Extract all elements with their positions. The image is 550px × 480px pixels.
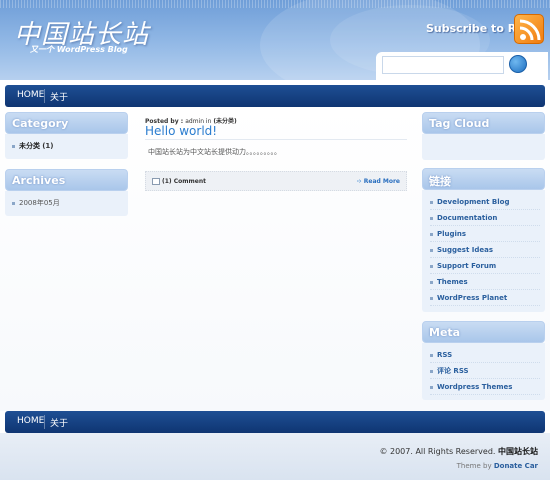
bullet-icon <box>430 385 433 389</box>
post-excerpt: 中国站长站为中文站长提供动力。。。。。。。。。 <box>148 148 281 156</box>
meta-item[interactable]: 评论 RSS <box>430 363 540 379</box>
archive-link[interactable]: 2008年05月 <box>19 199 60 207</box>
bullet-icon <box>430 216 433 220</box>
meta-list: RSS 评论 RSS Wordpress Themes <box>430 347 540 395</box>
read-more-link[interactable]: ➩ Read More <box>357 178 400 185</box>
links-list: Development Blog Documentation Plugins S… <box>430 194 540 306</box>
archive-item[interactable]: 2008年05月 <box>12 195 124 211</box>
theme-credit: Theme by Donate Car <box>457 462 538 470</box>
link-item[interactable]: Plugins <box>430 226 540 242</box>
read-more-label: Read More <box>363 178 400 185</box>
nav-about-link[interactable]: 关于 <box>50 90 68 103</box>
comment-icon <box>152 178 160 185</box>
bullet-icon <box>430 353 433 357</box>
meta-item[interactable]: Wordpress Themes <box>430 379 540 395</box>
link-plugins[interactable]: Plugins <box>437 230 466 238</box>
link-suggest-ideas[interactable]: Suggest Ideas <box>437 246 493 254</box>
bullet-icon <box>430 296 433 300</box>
link-support-forum[interactable]: Support Forum <box>437 262 496 270</box>
link-item[interactable]: Themes <box>430 274 540 290</box>
theme-author-link[interactable]: Donate Car <box>494 462 538 470</box>
link-item[interactable]: Suggest Ideas <box>430 242 540 258</box>
category-item[interactable]: 未分类 (1) <box>12 138 124 154</box>
copyright-text: © 2007. All Rights Reserved. 中国站长站 <box>379 446 538 457</box>
nav-home-link[interactable]: HOME <box>17 416 44 426</box>
link-item[interactable]: Development Blog <box>430 194 540 210</box>
archives-widget-title: Archives <box>5 169 128 191</box>
search-go-icon[interactable] <box>509 55 527 73</box>
category-widget-title: Category <box>5 112 128 134</box>
read-more-arrow-icon: ➩ <box>356 178 362 185</box>
bullet-icon <box>430 280 433 284</box>
category-link[interactable]: 未分类 <box>19 142 40 150</box>
link-item[interactable]: Support Forum <box>430 258 540 274</box>
post-title[interactable]: Hello world! <box>145 124 217 138</box>
link-development-blog[interactable]: Development Blog <box>437 198 509 206</box>
meta-comments-rss-link[interactable]: 评论 RSS <box>437 367 469 375</box>
footer-nav: HOME 关于 <box>5 411 545 433</box>
category-count: (1) <box>42 142 54 150</box>
meta-wordpress-themes-link[interactable]: Wordpress Themes <box>437 383 512 391</box>
bullet-icon <box>12 201 15 205</box>
bullet-icon <box>430 264 433 268</box>
link-item[interactable]: Documentation <box>430 210 540 226</box>
category-list: 未分类 (1) <box>12 138 124 154</box>
search-input[interactable] <box>382 56 504 74</box>
bullet-icon <box>430 369 433 373</box>
post-footer: (1) Comment ➩ Read More <box>145 171 407 191</box>
tag-cloud-widget-title: Tag Cloud <box>422 112 545 134</box>
nav-about-link[interactable]: 关于 <box>50 416 68 429</box>
copyright-prefix: © 2007. All Rights Reserved. <box>379 447 498 456</box>
bullet-icon <box>430 248 433 252</box>
main-nav: HOME 关于 <box>5 85 545 107</box>
bullet-icon <box>12 144 15 148</box>
nav-home-link[interactable]: HOME <box>17 90 44 100</box>
copyright-site-name: 中国站长站 <box>498 447 538 456</box>
meta-item[interactable]: RSS <box>430 347 540 363</box>
nav-separator <box>44 415 45 429</box>
link-item[interactable]: WordPress Planet <box>430 290 540 306</box>
meta-rss-link[interactable]: RSS <box>437 351 452 359</box>
theme-credit-prefix: Theme by <box>456 462 494 470</box>
rss-feed-icon[interactable] <box>514 14 544 44</box>
divider <box>145 139 407 140</box>
meta-widget-title: Meta <box>422 321 545 343</box>
nav-separator <box>44 89 45 103</box>
bullet-icon <box>430 200 433 204</box>
comments-link[interactable]: (1) Comment <box>162 178 206 185</box>
header-stripes <box>0 0 550 8</box>
link-documentation[interactable]: Documentation <box>437 214 497 222</box>
archives-list: 2008年05月 <box>12 195 124 211</box>
links-widget-title: 链接 <box>422 168 545 190</box>
link-themes[interactable]: Themes <box>437 278 468 286</box>
bullet-icon <box>430 232 433 236</box>
site-subtitle: 又一个 WordPress Blog <box>30 45 128 54</box>
link-wordpress-planet[interactable]: WordPress Planet <box>437 294 507 302</box>
tag-cloud-widget <box>422 134 545 160</box>
